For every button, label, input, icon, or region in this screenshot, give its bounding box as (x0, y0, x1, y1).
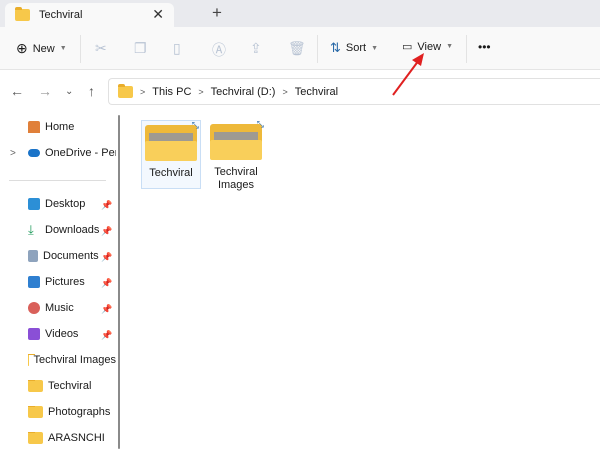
annotation-arrow (392, 53, 424, 96)
